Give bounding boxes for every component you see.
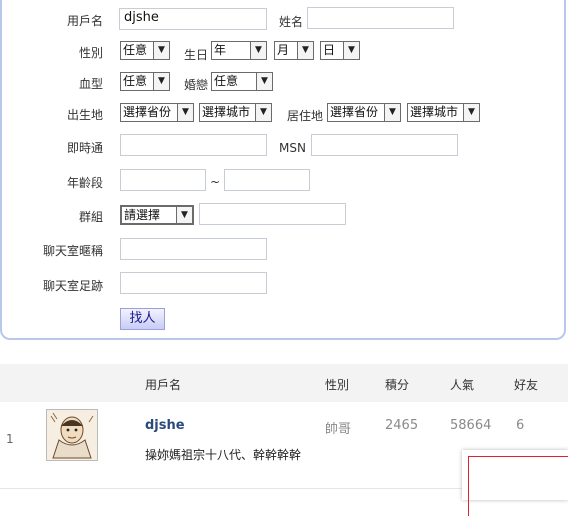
marital-label: 婚戀 — [184, 78, 209, 92]
age-max-input[interactable] — [224, 169, 310, 191]
chat-trace-input[interactable] — [120, 272, 267, 294]
chevron-down-icon: ▼ — [177, 104, 193, 121]
username-label: 用戶名 — [67, 14, 104, 28]
chevron-down-icon: ▼ — [176, 207, 192, 223]
col-points: 積分 — [385, 378, 410, 392]
birthday-label: 生日 — [184, 48, 209, 62]
res-city-select[interactable]: 選擇城市 ▼ — [407, 103, 480, 122]
chat-nickname-input[interactable] — [120, 238, 267, 260]
gender-label: 性別 — [79, 46, 104, 60]
msn-input[interactable] — [311, 134, 458, 156]
residence-label: 居住地 — [287, 109, 324, 123]
birth-city-select[interactable]: 選擇城市 ▼ — [199, 103, 272, 122]
age-min-input[interactable] — [120, 169, 206, 191]
name-input[interactable] — [307, 7, 454, 29]
chevron-down-icon: ▼ — [384, 104, 400, 121]
res-city-value: 選擇城市 — [410, 105, 459, 119]
row-gender: 帥哥 — [325, 422, 352, 437]
chat-trace-label: 聊天室足跡 — [43, 279, 104, 293]
birth-month-select[interactable]: 月 ▼ — [274, 41, 314, 60]
group-text-input[interactable] — [199, 203, 346, 225]
chevron-down-icon: ▼ — [250, 42, 266, 59]
col-gender: 性別 — [325, 378, 350, 392]
msn-label: MSN — [279, 141, 306, 155]
chevron-down-icon: ▼ — [343, 42, 359, 59]
chevron-down-icon: ▼ — [297, 42, 313, 59]
birth-city-value: 選擇城市 — [202, 105, 251, 119]
age-separator: ~ — [210, 175, 221, 189]
birth-province-value: 選擇省份 — [123, 105, 172, 119]
col-popularity: 人氣 — [450, 378, 475, 392]
col-username: 用戶名 — [145, 378, 182, 392]
blood-select[interactable]: 任意 ▼ — [120, 72, 170, 91]
gender-select[interactable]: 任意 ▼ — [120, 41, 170, 60]
chevron-down-icon: ▼ — [153, 73, 169, 90]
res-province-value: 選擇省份 — [330, 105, 379, 119]
chevron-down-icon: ▼ — [255, 104, 271, 121]
birth-day-value: 日 — [323, 43, 336, 57]
row-index: 1 — [6, 432, 14, 446]
search-button[interactable]: 找人 — [120, 308, 165, 330]
avatar[interactable] — [46, 409, 98, 461]
gender-select-value: 任意 — [123, 43, 148, 57]
row-popularity: 58664 — [450, 418, 492, 433]
group-label: 群組 — [79, 210, 104, 224]
row-signature: 操妳媽祖宗十八代、幹幹幹幹 — [145, 448, 302, 462]
marital-select[interactable]: 任意 ▼ — [211, 72, 273, 91]
birth-month-value: 月 — [277, 43, 290, 57]
col-friends: 好友 — [514, 378, 539, 392]
blood-select-value: 任意 — [123, 74, 148, 88]
birth-year-select[interactable]: 年 ▼ — [211, 41, 267, 60]
chat-nickname-label: 聊天室暱稱 — [43, 244, 104, 258]
birth-day-select[interactable]: 日 ▼ — [320, 41, 360, 60]
avatar-image — [47, 410, 97, 460]
chevron-down-icon: ▼ — [463, 104, 479, 121]
row-friends: 6 — [516, 418, 525, 433]
birthplace-label: 出生地 — [67, 108, 104, 122]
birth-year-value: 年 — [214, 43, 227, 57]
name-label: 姓名 — [279, 15, 304, 29]
group-select[interactable]: 請選擇 ▼ — [120, 205, 194, 225]
username-input[interactable]: djshe — [119, 8, 267, 30]
im-input[interactable] — [120, 134, 267, 156]
results-table-header — [0, 364, 568, 402]
chevron-down-icon: ▼ — [153, 42, 169, 59]
group-select-value: 請選擇 — [124, 208, 161, 222]
age-label: 年齡段 — [67, 176, 104, 190]
row-username-link[interactable]: djshe — [145, 418, 185, 433]
row-points: 2465 — [385, 418, 419, 433]
im-label: 即時通 — [67, 141, 104, 155]
res-province-select[interactable]: 選擇省份 ▼ — [327, 103, 401, 122]
chevron-down-icon: ▼ — [256, 73, 272, 90]
blood-label: 血型 — [79, 77, 104, 91]
birth-province-select[interactable]: 選擇省份 ▼ — [120, 103, 194, 122]
marital-select-value: 任意 — [214, 74, 239, 88]
popup-red-border — [468, 456, 568, 516]
